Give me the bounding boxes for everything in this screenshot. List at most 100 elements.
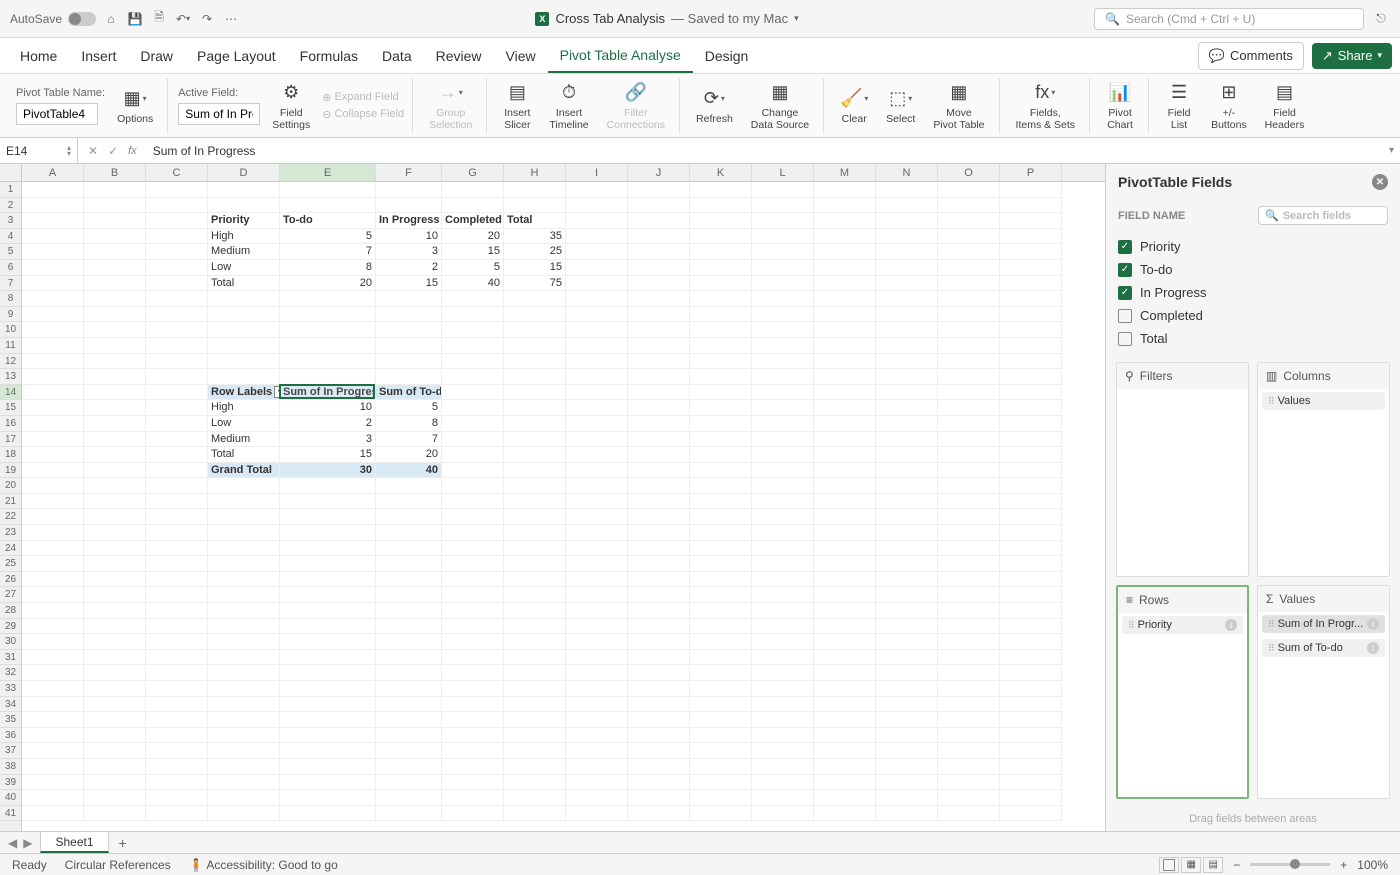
status-accessibility[interactable]: 🧍 Accessibility: Good to go bbox=[189, 858, 338, 872]
group-selection-label: Group Selection bbox=[429, 107, 472, 131]
formula-input[interactable]: Sum of In Progress bbox=[147, 144, 1383, 158]
zoom-slider[interactable] bbox=[1250, 863, 1330, 866]
tab-pivot-table-analyse[interactable]: Pivot Table Analyse bbox=[548, 39, 693, 73]
comments-button[interactable]: 💬 Comments bbox=[1198, 42, 1304, 70]
tab-view[interactable]: View bbox=[494, 40, 548, 72]
drag-hint: Drag fields between areas bbox=[1106, 807, 1400, 831]
normal-view-button[interactable] bbox=[1159, 857, 1179, 873]
options-button[interactable]: ▦▾ Options bbox=[111, 85, 159, 127]
page-layout-view-button[interactable]: ▦ bbox=[1181, 857, 1201, 873]
rows-area[interactable]: ≡Rows ⠿Priorityi bbox=[1116, 585, 1249, 800]
pivot-name-input[interactable] bbox=[16, 103, 98, 125]
pm-buttons-icon: ⊞ bbox=[1217, 81, 1241, 105]
values-item-todo[interactable]: ⠿Sum of To-doi bbox=[1262, 639, 1385, 657]
info-icon[interactable]: i bbox=[1367, 642, 1379, 654]
comment-icon: 💬 bbox=[1209, 48, 1225, 64]
save-icon[interactable]: 💾 bbox=[126, 10, 144, 28]
collapse-field-label: Collapse Field bbox=[334, 108, 404, 120]
info-icon[interactable]: i bbox=[1225, 619, 1237, 631]
tab-review[interactable]: Review bbox=[424, 40, 494, 72]
tab-home[interactable]: Home bbox=[8, 40, 69, 72]
field-settings-icon: ⚙ bbox=[279, 81, 303, 105]
clear-icon: 🧹▾ bbox=[842, 87, 866, 111]
tab-page-layout[interactable]: Page Layout bbox=[185, 40, 288, 72]
columns-area[interactable]: ▥Columns ⠿Values bbox=[1257, 362, 1390, 577]
undo-icon[interactable]: ↶▾ bbox=[174, 10, 192, 28]
clear-button[interactable]: 🧹▾ Clear bbox=[834, 85, 874, 127]
move-pivot-button[interactable]: ▦ Move Pivot Table bbox=[927, 79, 990, 133]
zoom-out-button[interactable]: − bbox=[1233, 858, 1240, 872]
sheet-tab-sheet1[interactable]: Sheet1 bbox=[40, 832, 108, 853]
field-item-to-do[interactable]: ✓To-do bbox=[1118, 258, 1388, 281]
panel-search-input[interactable]: 🔍 Search fields bbox=[1258, 206, 1388, 225]
field-headers-button[interactable]: ▤ Field Headers bbox=[1259, 79, 1311, 133]
refresh-button[interactable]: ⟳▾ Refresh bbox=[690, 85, 739, 127]
close-panel-button[interactable]: ✕ bbox=[1372, 174, 1388, 190]
confirm-icon[interactable]: ✓ bbox=[108, 144, 118, 158]
fields-items-icon: fx▾ bbox=[1033, 81, 1057, 105]
print-icon[interactable]: 🗎 bbox=[150, 10, 168, 28]
pivot-fields-panel: PivotTable Fields ✕ FIELD NAME 🔍 Search … bbox=[1105, 164, 1400, 831]
values-item-in-progress[interactable]: ⠿Sum of In Progr...i bbox=[1262, 615, 1385, 633]
formula-expand[interactable]: ▾ bbox=[1383, 145, 1400, 156]
field-list-button[interactable]: ☰ Field List bbox=[1159, 79, 1199, 133]
share-button[interactable]: ↗ Share ▾ bbox=[1312, 43, 1392, 69]
field-item-priority[interactable]: ✓Priority bbox=[1118, 235, 1388, 258]
prev-sheet-button[interactable]: ◀ bbox=[8, 836, 17, 850]
name-box[interactable]: E14 ▴▾ bbox=[0, 138, 78, 163]
pm-buttons-button[interactable]: ⊞ +/- Buttons bbox=[1205, 79, 1253, 133]
column-headers[interactable]: ABC DEF GH IJKL MNOP bbox=[0, 164, 1105, 182]
checkbox[interactable] bbox=[1118, 332, 1132, 346]
ribbon-mode-icon[interactable]: ⎋ bbox=[1372, 10, 1390, 28]
options-label: Options bbox=[117, 113, 153, 125]
values-area[interactable]: ΣValues ⠿Sum of In Progr...i ⠿Sum of To-… bbox=[1257, 585, 1390, 800]
page-break-view-button[interactable]: ▤ bbox=[1203, 857, 1223, 873]
autosave-toggle[interactable]: AutoSave bbox=[10, 12, 96, 26]
change-data-source-button[interactable]: ▦ Change Data Source bbox=[745, 79, 815, 133]
saved-status[interactable]: — Saved to my Mac bbox=[671, 11, 788, 26]
refresh-label: Refresh bbox=[696, 113, 733, 125]
rows-item-priority[interactable]: ⠿Priorityi bbox=[1122, 616, 1243, 634]
checkbox[interactable]: ✓ bbox=[1118, 240, 1132, 254]
field-list-label: Field List bbox=[1168, 107, 1191, 131]
tab-insert[interactable]: Insert bbox=[69, 40, 128, 72]
tab-formulas[interactable]: Formulas bbox=[288, 40, 370, 72]
checkbox[interactable]: ✓ bbox=[1118, 286, 1132, 300]
tab-design[interactable]: Design bbox=[693, 40, 761, 72]
columns-item-values[interactable]: ⠿Values bbox=[1262, 392, 1385, 410]
info-icon[interactable]: i bbox=[1367, 618, 1379, 630]
tab-data[interactable]: Data bbox=[370, 40, 424, 72]
cancel-icon[interactable]: ✕ bbox=[88, 144, 98, 158]
zoom-level[interactable]: 100% bbox=[1357, 858, 1388, 872]
tab-draw[interactable]: Draw bbox=[128, 40, 185, 72]
add-sheet-button[interactable]: + bbox=[109, 835, 137, 851]
active-field-input[interactable] bbox=[178, 103, 260, 125]
select-button[interactable]: ⬚▾ Select bbox=[880, 85, 921, 127]
cells-grid[interactable]: PriorityTo-doIn ProgressCompletedTotalHi… bbox=[22, 182, 1105, 831]
checkbox[interactable]: ✓ bbox=[1118, 263, 1132, 277]
name-box-stepper[interactable]: ▴▾ bbox=[67, 145, 71, 157]
field-item-total[interactable]: Total bbox=[1118, 327, 1388, 350]
pivot-chart-button[interactable]: 📊 Pivot Chart bbox=[1100, 79, 1140, 133]
fields-items-sets-button[interactable]: fx▾ Fields, Items & Sets bbox=[1010, 79, 1082, 133]
select-all-corner[interactable] bbox=[0, 164, 22, 181]
zoom-in-button[interactable]: + bbox=[1340, 858, 1347, 872]
field-item-completed[interactable]: Completed bbox=[1118, 304, 1388, 327]
checkbox[interactable] bbox=[1118, 309, 1132, 323]
redo-icon[interactable]: ↷ bbox=[198, 10, 216, 28]
row-headers[interactable]: 1234567891011121314151617181920212223242… bbox=[0, 182, 22, 831]
panel-search-placeholder: Search fields bbox=[1283, 210, 1351, 222]
more-icon[interactable]: ⋯ bbox=[222, 10, 240, 28]
chevron-down-icon[interactable]: ▾ bbox=[794, 13, 799, 24]
group-selection-button: →▾ Group Selection bbox=[423, 79, 478, 133]
field-item-in-progress[interactable]: ✓In Progress bbox=[1118, 281, 1388, 304]
field-settings-button[interactable]: ⚙ Field Settings bbox=[266, 79, 316, 133]
search-input[interactable]: 🔍 Search (Cmd + Ctrl + U) bbox=[1094, 8, 1364, 30]
fx-icon[interactable]: fx bbox=[128, 145, 137, 157]
filters-area[interactable]: ⚲Filters bbox=[1116, 362, 1249, 577]
home-icon[interactable]: ⌂ bbox=[102, 10, 120, 28]
insert-timeline-button[interactable]: ⏱ Insert Timeline bbox=[543, 79, 594, 133]
insert-slicer-button[interactable]: ▤ Insert Slicer bbox=[497, 79, 537, 133]
status-circular[interactable]: Circular References bbox=[65, 858, 171, 872]
next-sheet-button[interactable]: ▶ bbox=[23, 836, 32, 850]
